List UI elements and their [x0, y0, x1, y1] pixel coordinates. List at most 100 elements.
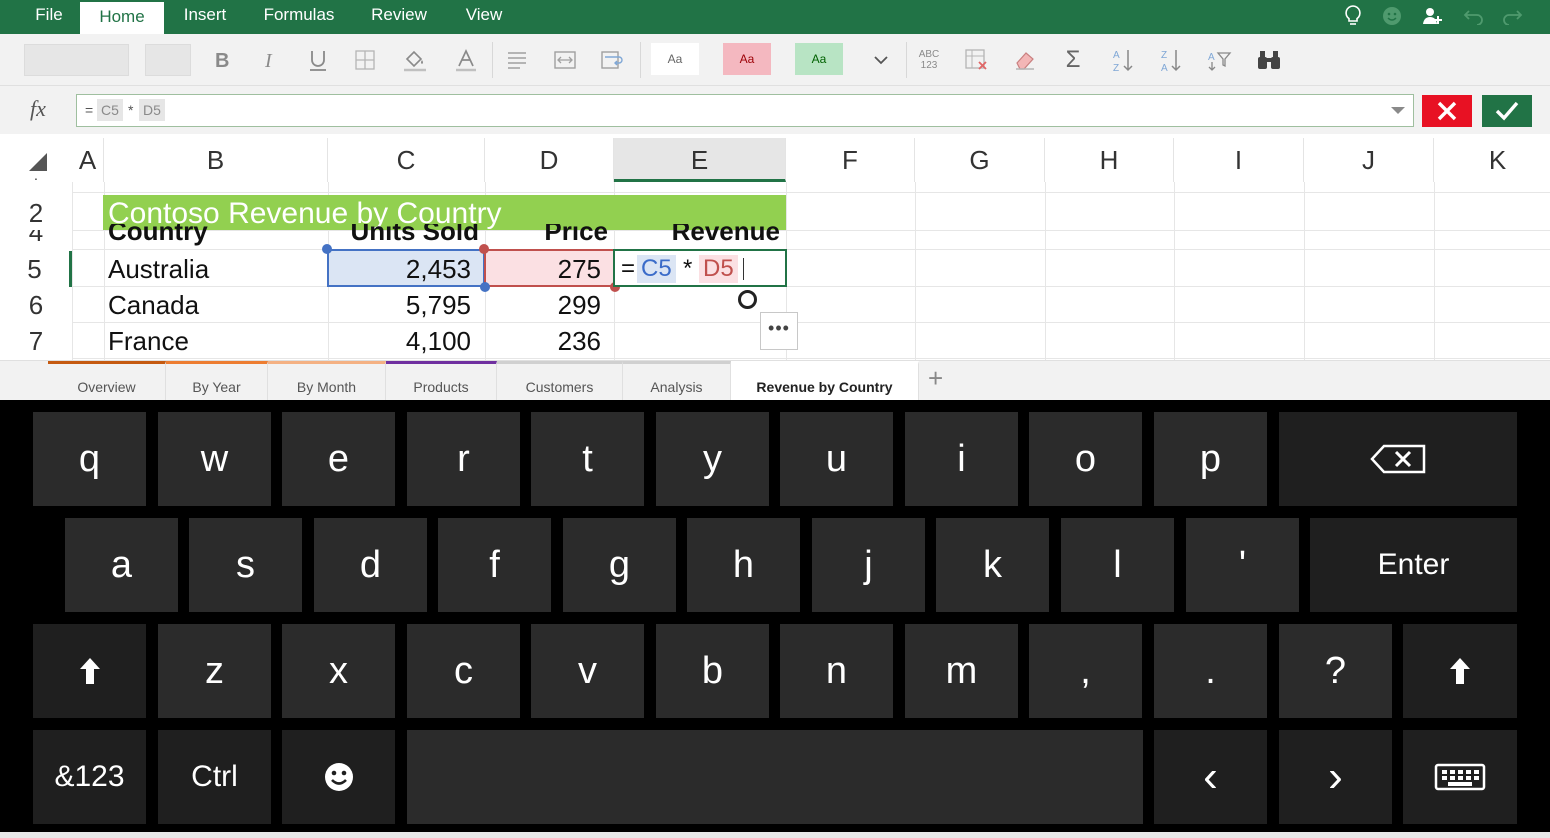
key-d[interactable]: d [314, 518, 427, 612]
tab-home[interactable]: Home [80, 2, 164, 34]
key-k[interactable]: k [936, 518, 1049, 612]
formula-input[interactable]: = C5 * D5 [76, 94, 1414, 127]
key-j[interactable]: j [812, 518, 925, 612]
column-header-g[interactable]: G [915, 138, 1045, 182]
cell-b7[interactable]: France [108, 323, 189, 359]
cell-e4[interactable]: Revenue [614, 224, 786, 246]
shift-key-right[interactable] [1403, 624, 1517, 718]
key-m[interactable]: m [905, 624, 1018, 718]
worksheet-grid[interactable]: A B C D E F G H I J K · 2 4 5 6 7 Contos… [0, 134, 1550, 360]
key-f[interactable]: f [438, 518, 551, 612]
tab-review[interactable]: Review [362, 0, 436, 34]
align-left-icon[interactable] [498, 42, 536, 78]
key-c[interactable]: c [407, 624, 520, 718]
formula-reference-c5[interactable]: C5 [637, 255, 676, 283]
key-p[interactable]: p [1154, 412, 1267, 506]
key-w[interactable]: w [158, 412, 271, 506]
cell-c4[interactable]: Units Sold [328, 224, 485, 246]
sheet-tab-overview[interactable]: Overview [48, 361, 166, 401]
key-apostrophe[interactable]: ' [1186, 518, 1299, 612]
key-s[interactable]: s [189, 518, 302, 612]
cell-style-normal-swatch[interactable]: Aa [651, 43, 699, 75]
undo-icon[interactable] [1460, 2, 1488, 30]
confirm-entry-button[interactable] [1482, 95, 1532, 127]
sheet-tab-by-month[interactable]: By Month [268, 361, 386, 401]
chevron-down-icon[interactable] [862, 42, 900, 78]
left-arrow-key[interactable]: ‹ [1154, 730, 1267, 824]
key-period[interactable]: . [1154, 624, 1267, 718]
key-i[interactable]: i [905, 412, 1018, 506]
tab-file[interactable]: File [20, 0, 78, 34]
sheet-tab-analysis[interactable]: Analysis [623, 361, 731, 401]
keyboard-toggle-key[interactable] [1403, 730, 1517, 824]
column-header-j[interactable]: J [1304, 138, 1434, 182]
italic-button[interactable]: I [250, 42, 288, 78]
sort-ascending-icon[interactable]: AZ [1104, 42, 1142, 78]
key-n[interactable]: n [780, 624, 893, 718]
key-g[interactable]: g [563, 518, 676, 612]
sheet-tab-customers[interactable]: Customers [497, 361, 623, 401]
cell-c5[interactable]: 2,453 [330, 251, 471, 287]
font-color-icon[interactable] [447, 42, 485, 78]
numbers-symbols-key[interactable]: &123 [33, 730, 146, 824]
cell-b5[interactable]: Australia [108, 251, 209, 287]
key-y[interactable]: y [656, 412, 769, 506]
key-e[interactable]: e [282, 412, 395, 506]
redo-icon[interactable] [1498, 2, 1526, 30]
column-header-b[interactable]: B [104, 138, 328, 182]
bold-button[interactable]: B [203, 42, 241, 78]
column-header-k[interactable]: K [1434, 138, 1550, 182]
row-header-7[interactable]: 7 [0, 323, 72, 359]
cell-d4[interactable]: Price [485, 224, 614, 246]
tab-insert[interactable]: Insert [170, 0, 240, 34]
key-o[interactable]: o [1029, 412, 1142, 506]
cell-c6[interactable]: 5,795 [330, 287, 471, 323]
cell-d5[interactable]: 275 [488, 251, 601, 287]
share-user-icon[interactable] [1418, 2, 1446, 30]
column-header-h[interactable]: H [1045, 138, 1174, 182]
row-header-2[interactable]: 2 [0, 196, 72, 230]
key-z[interactable]: z [158, 624, 271, 718]
cell-style-bad-swatch[interactable]: Aa [723, 43, 771, 75]
backspace-key[interactable] [1279, 412, 1517, 506]
eraser-icon[interactable] [1006, 42, 1044, 78]
fx-icon[interactable]: fx [30, 96, 46, 122]
fill-color-icon[interactable] [396, 42, 434, 78]
key-question[interactable]: ? [1279, 624, 1392, 718]
add-sheet-button[interactable]: + [928, 363, 943, 394]
tab-formulas[interactable]: Formulas [252, 0, 346, 34]
wrap-text-icon[interactable] [594, 42, 632, 78]
row-header-6[interactable]: 6 [0, 287, 72, 323]
space-bar[interactable] [407, 730, 1143, 824]
formula-reference-d5[interactable]: D5 [699, 255, 738, 283]
more-options-button[interactable]: ••• [760, 312, 798, 350]
cell-style-good-swatch[interactable]: Aa [795, 43, 843, 75]
row-header-4[interactable]: 4 [0, 230, 72, 246]
lightbulb-icon[interactable] [1339, 2, 1367, 30]
smiley-feedback-icon[interactable] [1378, 2, 1406, 30]
shift-key-left[interactable] [33, 624, 146, 718]
column-header-a[interactable]: A [72, 138, 104, 182]
column-header-c[interactable]: C [328, 138, 485, 182]
row-header-5[interactable]: 5 [0, 251, 72, 287]
cell-b6[interactable]: Canada [108, 287, 199, 323]
emoji-key[interactable] [282, 730, 395, 824]
right-arrow-key[interactable]: › [1279, 730, 1392, 824]
sheet-tab-revenue-by-country[interactable]: Revenue by Country [731, 361, 919, 401]
column-header-f[interactable]: F [786, 138, 915, 182]
key-q[interactable]: q [33, 412, 146, 506]
key-b[interactable]: b [656, 624, 769, 718]
merge-center-icon[interactable] [546, 42, 584, 78]
find-binoculars-icon[interactable] [1250, 42, 1288, 78]
key-a[interactable]: a [65, 518, 178, 612]
cell-d6[interactable]: 299 [488, 287, 601, 323]
key-comma[interactable]: , [1029, 624, 1142, 718]
column-header-d[interactable]: D [485, 138, 614, 182]
tab-view[interactable]: View [452, 0, 516, 34]
font-name-box[interactable] [24, 44, 129, 76]
ctrl-key[interactable]: Ctrl [158, 730, 271, 824]
cell-b4[interactable]: Country [104, 224, 328, 246]
cancel-entry-button[interactable] [1422, 95, 1472, 127]
key-t[interactable]: t [531, 412, 644, 506]
borders-icon[interactable] [346, 42, 384, 78]
